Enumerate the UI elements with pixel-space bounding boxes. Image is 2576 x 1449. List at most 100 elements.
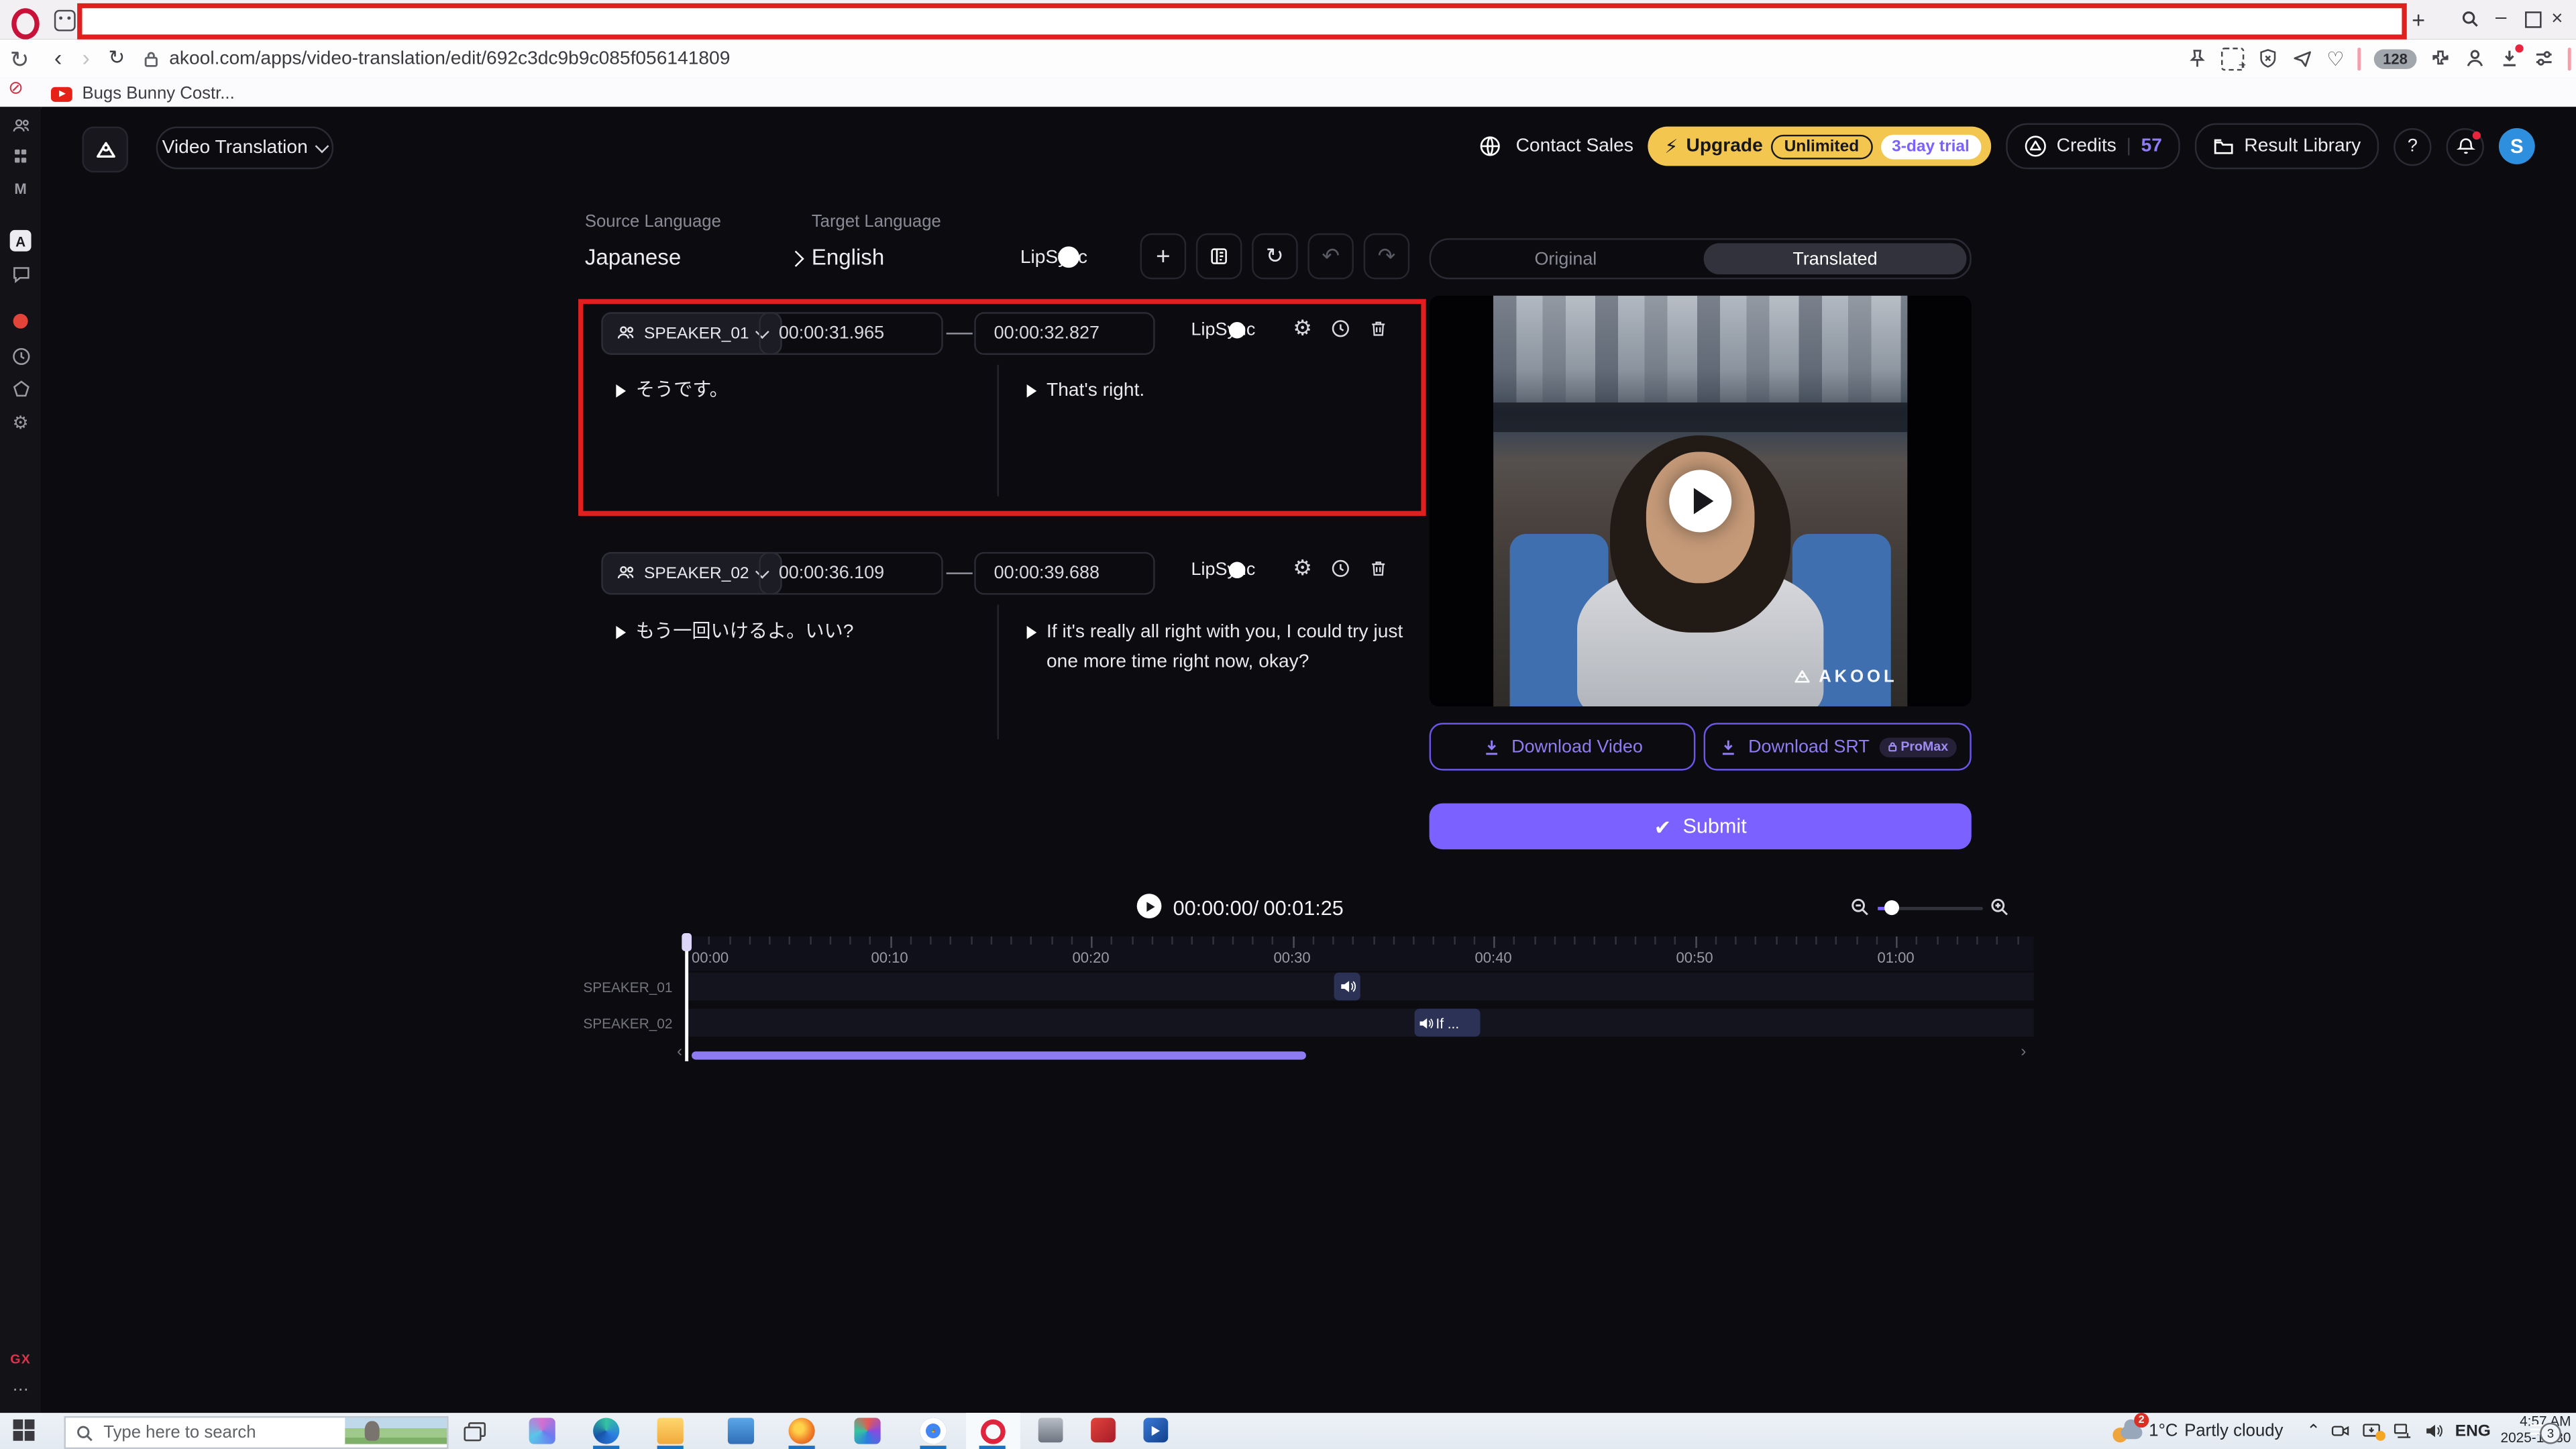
track-speaker-01[interactable] [687,973,2034,1001]
new-tab-button[interactable]: + [2412,7,2425,33]
end-time-input-1[interactable]: 00:00:32.827 [974,312,1155,355]
notifications-bell-button[interactable] [2447,127,2484,165]
people-icon[interactable] [0,117,41,136]
gx-corner-label[interactable]: GX [0,1352,41,1367]
volume-tray-icon[interactable] [2424,1421,2445,1440]
audio-segment-1[interactable] [1334,973,1360,1001]
edge-app-icon[interactable] [593,1417,619,1444]
app-icon-extra-1[interactable] [1038,1417,1063,1442]
speed-dial-grid-icon[interactable] [0,150,41,162]
minimize-button[interactable]: – [2496,5,2506,28]
lock-icon[interactable] [143,49,159,68]
back-button[interactable]: ‹ [54,46,62,69]
tab-original[interactable]: Original [1434,243,1697,274]
speaker-dropdown-2[interactable]: SPEAKER_02 [601,552,782,595]
target-text-2[interactable]: If it's really all right with you, I cou… [1046,619,1411,678]
timeline-ruler[interactable]: 00:0000:1000:2000:3000:4000:5001:00 [687,936,2034,971]
play-button[interactable] [1669,470,1731,532]
credits-button[interactable]: Credits | 57 [2006,123,2180,170]
result-library-button[interactable]: Result Library [2195,123,2379,170]
easy-setup-sliders-icon[interactable] [2532,48,2554,69]
network-tray-icon[interactable] [2393,1421,2414,1440]
tab-translated[interactable]: Translated [1704,243,1967,274]
media-app-icon[interactable] [1143,1417,1168,1442]
monitor-app-icon[interactable] [728,1417,754,1444]
download-video-button[interactable]: Download Video [1430,723,1696,771]
zoom-in-icon[interactable] [1990,897,2009,916]
audio-segment-2[interactable]: If ... [1415,1009,1481,1037]
close-button[interactable]: × [2551,7,2563,30]
start-button[interactable] [13,1419,34,1440]
transcript-panel-button[interactable] [1196,233,1242,280]
add-segment-button[interactable]: + [1140,233,1187,280]
chat-bubble-icon[interactable] [0,264,41,284]
target-language-value[interactable]: English [812,245,884,270]
notification-count-badge[interactable]: 3 [2540,1423,2561,1444]
avatar[interactable]: S [2499,128,2535,164]
timeline-scrollbar[interactable] [692,1051,1306,1059]
favorites-heart-icon[interactable]: ♡ [2326,47,2344,70]
retranslate-button[interactable]: ↻ [1252,233,1298,280]
submit-button[interactable]: ✔ Submit [1430,804,1972,850]
track-speaker-02[interactable]: If ... [687,1009,2034,1037]
firefox-app-icon[interactable] [789,1417,815,1444]
download-srt-button[interactable]: Download SRT ProMax [1704,723,1972,771]
speaker-dropdown-1[interactable]: SPEAKER_01 [601,312,782,355]
video-preview[interactable]: AKOOL [1430,296,1972,706]
opera-gx-app-icon[interactable] [981,1419,1006,1444]
weather-widget[interactable]: 2 1°C Partly cloudy [2116,1417,2283,1444]
delete-trash-icon-2[interactable] [1368,559,1388,578]
playhead-cap[interactable] [682,933,692,951]
akool-logo-button[interactable] [82,127,128,173]
reload-button[interactable]: ↻ [109,48,125,67]
product-dropdown[interactable]: Video Translation [156,127,333,170]
m365-copilot-icon[interactable] [854,1417,880,1444]
source-text-1[interactable]: そうです。 [636,378,973,407]
task-view-icon[interactable] [464,1421,486,1442]
profile-icon[interactable] [2463,48,2485,69]
sidebar-more-icon[interactable]: ⋯ [0,1382,41,1400]
send-to-device-icon[interactable] [2292,48,2314,69]
tab-preview-icon[interactable] [54,10,76,32]
playhead[interactable] [685,933,688,1061]
zoom-out-icon[interactable] [1850,897,1870,916]
settings-gear-icon[interactable]: ⚙ [0,413,41,434]
scroll-right-icon[interactable]: › [2021,1043,2026,1061]
chrome-app-icon[interactable] [920,1417,946,1444]
forward-button[interactable]: › [82,46,89,69]
timeline-zoom-slider[interactable] [1878,907,1983,910]
search-tabs-icon[interactable] [2461,10,2479,28]
gx-cleaner-icon[interactable]: ⊘ [8,80,23,99]
maximize-button[interactable] [2525,11,2541,28]
play-source-audio-1[interactable] [616,384,626,398]
target-text-1[interactable]: That's right. [1046,378,1405,407]
help-button[interactable]: ? [2394,127,2431,165]
redo-button[interactable]: ↷ [1364,233,1410,280]
tray-expand-icon[interactable]: ⌃ [2306,1422,2320,1440]
sidebar-sync-icon[interactable]: ↻ [10,48,30,70]
play-source-audio-2[interactable] [616,626,626,639]
messenger-dot-icon[interactable] [0,314,41,329]
copilot-app-icon[interactable] [529,1417,555,1444]
file-explorer-icon[interactable] [657,1417,684,1444]
screen-share-icon[interactable] [2361,1421,2383,1440]
duration-clock-icon-1[interactable] [1331,319,1350,338]
source-language-value[interactable]: Japanese [585,245,681,270]
downloads-icon[interactable] [2498,48,2520,69]
timeline-play-button[interactable] [1137,894,1162,918]
language-indicator[interactable]: ENG [2455,1422,2491,1440]
voice-settings-icon-2[interactable]: ⚙ [1293,555,1312,582]
start-time-input-1[interactable]: 00:00:31.965 [759,312,943,355]
voice-settings-icon-1[interactable]: ⚙ [1293,315,1312,341]
opera-logo-icon[interactable] [11,8,40,40]
aria-icon[interactable]: A [0,230,41,252]
play-target-audio-1[interactable] [1027,384,1037,398]
end-time-input-2[interactable]: 00:00:39.688 [974,552,1155,595]
url-field[interactable]: akool.com/apps/video-translation/edit/69… [169,49,730,68]
duration-clock-icon-2[interactable] [1331,559,1350,578]
pin-icon[interactable] [2187,48,2208,69]
app-icon-extra-2[interactable] [1091,1417,1116,1442]
extensions-puzzle-icon[interactable] [2429,48,2451,69]
start-time-input-2[interactable]: 00:00:36.109 [759,552,943,595]
history-clock-icon[interactable] [0,347,41,366]
